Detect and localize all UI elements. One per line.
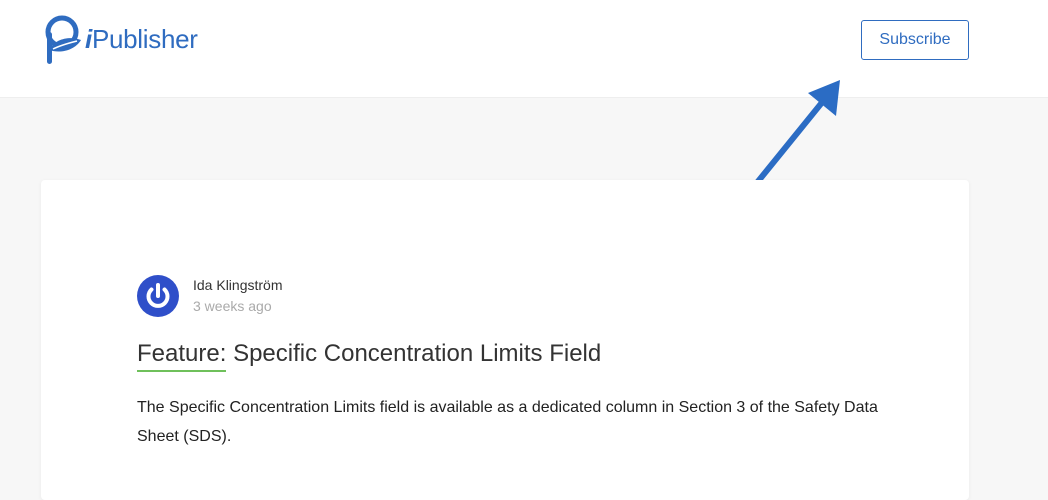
avatar[interactable] — [137, 275, 179, 317]
author-name: Ida Klingström — [193, 277, 283, 293]
logo-icon — [45, 15, 81, 64]
post-category: Feature: — [137, 340, 227, 372]
post-title[interactable]: Feature: Specific Concentration Limits F… — [137, 340, 602, 372]
logo-text: iPublisher — [85, 26, 198, 52]
logo[interactable]: iPublisher — [41, 14, 198, 66]
post-timestamp: 3 weeks ago — [193, 298, 272, 314]
post-card: Ida Klingström 3 weeks ago Feature: Spec… — [41, 180, 969, 500]
post-body: The Specific Concentration Limits field … — [137, 399, 878, 445]
post-title-text: Specific Concentration Limits Field — [233, 340, 602, 367]
subscribe-button[interactable]: Subscribe — [861, 20, 969, 60]
logo-text-name: Publisher — [91, 24, 198, 54]
logo-text-prefix: i — [85, 24, 92, 54]
site-header: iPublisher Subscribe — [0, 0, 1048, 98]
